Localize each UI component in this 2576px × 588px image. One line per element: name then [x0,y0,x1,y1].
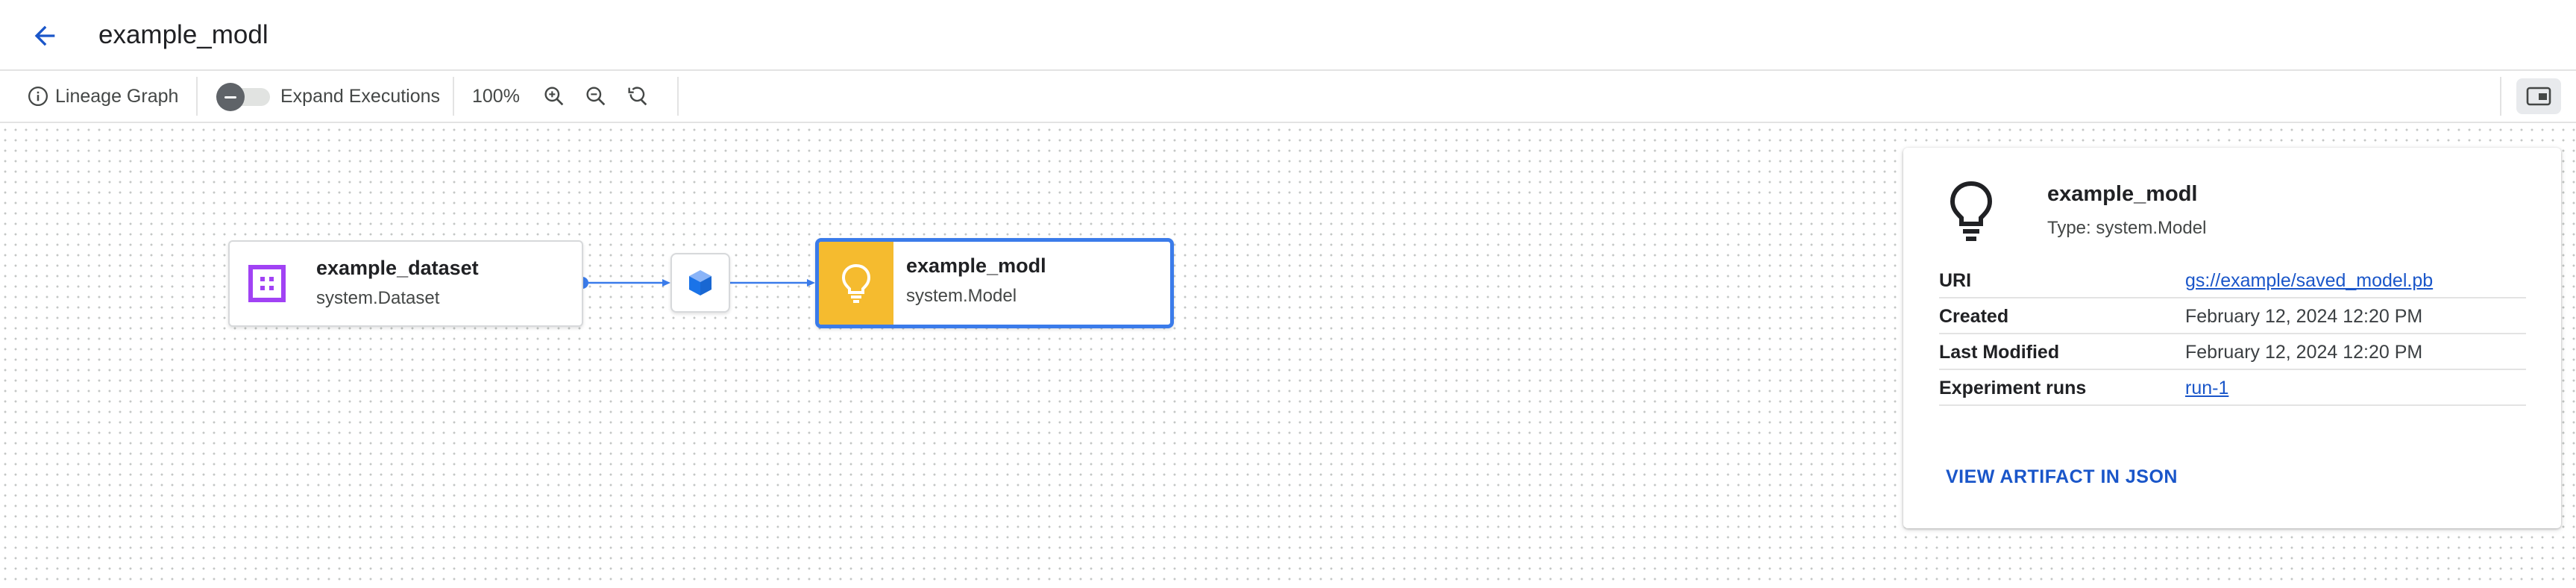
toolbar-divider [196,77,198,116]
view-artifact-json-button[interactable]: VIEW ARTIFACT IN JSON [1946,466,2178,488]
model-icon-container [819,242,893,325]
detail-row-experiment-runs: Experiment runs run-1 [1939,370,2526,406]
info-icon[interactable] [27,85,49,107]
toggle-thumb [216,83,245,111]
edge-arrowhead [662,279,670,287]
artifact-title: example_modl [2047,182,2198,206]
artifact-type: Type: system.Model [2047,218,2207,238]
zoom-in-button[interactable] [535,77,574,116]
execution-cube-icon [689,270,711,295]
detail-row-created: Created February 12, 2024 12:20 PM [1939,298,2526,334]
back-button[interactable] [25,16,64,55]
zoom-out-button[interactable] [577,77,615,116]
page-title: example_modl [98,20,268,49]
detail-label: URI [1939,270,1972,291]
lineage-graph-label-group: Lineage Graph [27,71,178,122]
arrow-back-icon [34,25,55,46]
artifact-detail-panel: example_modl Type: system.Model URI gs:/… [1903,148,2561,528]
toolbar-divider [2500,77,2501,116]
expand-executions-toggle[interactable] [216,83,271,111]
node-title: example_modl [906,254,1046,277]
detail-value: February 12, 2024 12:20 PM [2185,342,2423,363]
zoom-out-icon [586,87,606,106]
toolbar-divider [453,77,454,116]
lineage-graph-label: Lineage Graph [55,85,179,107]
graph-node-execution[interactable] [670,253,730,313]
side-panel-icon [2526,87,2551,106]
graph-node-dataset[interactable]: example_dataset system.Dataset [228,240,583,327]
dataset-icon [248,265,286,302]
side-panel-toggle-button[interactable] [2516,78,2561,114]
detail-label: Experiment runs [1939,378,2087,398]
detail-row-last-modified: Last Modified February 12, 2024 12:20 PM [1939,334,2526,370]
zoom-controls: 100% [472,71,657,122]
toolbar-divider [677,77,679,116]
lightbulb-icon [1950,181,1993,241]
expand-executions-group: Expand Executions [216,71,440,122]
node-subtitle: system.Model [906,286,1017,306]
graph-node-model[interactable]: example_modl system.Model [815,238,1174,328]
zoom-reset-button[interactable] [618,77,657,116]
node-title: example_dataset [316,257,479,279]
zoom-in-icon [544,87,564,106]
experiment-run-link[interactable]: run-1 [2185,378,2228,399]
graph-toolbar: Lineage Graph Expand Executions 100% [0,71,2576,123]
detail-label: Created [1939,306,2009,327]
detail-label: Last Modified [1939,342,2060,363]
expand-executions-label: Expand Executions [280,85,441,107]
detail-row-uri: URI gs://example/saved_model.pb [1939,263,2526,298]
lineage-graph-canvas[interactable]: example_dataset system.Dataset example_m… [0,125,2576,588]
lightbulb-icon [841,263,871,303]
edge-arrowhead [807,279,815,287]
node-subtitle: system.Dataset [316,288,440,308]
uri-link[interactable]: gs://example/saved_model.pb [2185,270,2433,292]
zoom-reset-icon [628,87,647,106]
app-header: example_modl [0,0,2576,71]
dataset-icon-container [230,242,304,325]
detail-value: February 12, 2024 12:20 PM [2185,306,2423,327]
zoom-level: 100% [472,85,520,107]
